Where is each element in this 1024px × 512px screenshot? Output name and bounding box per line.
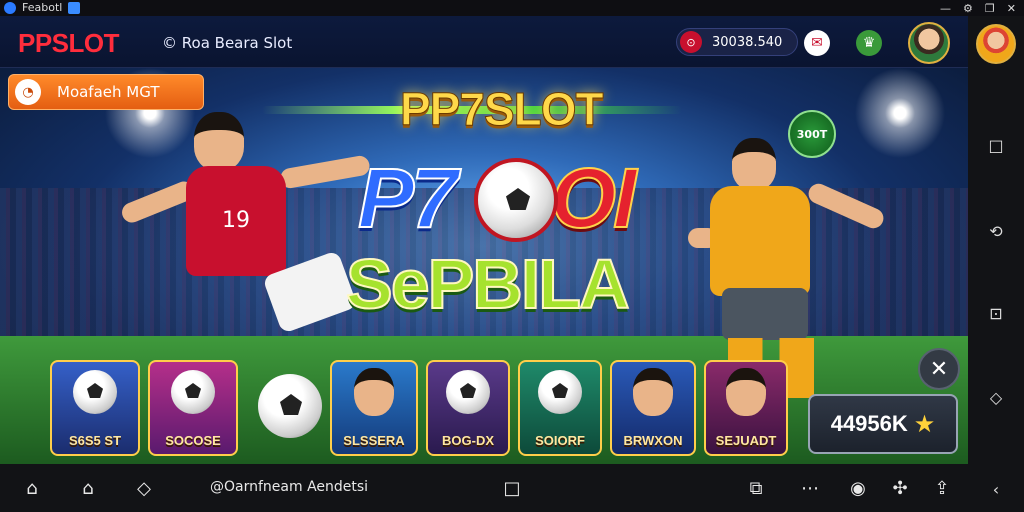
player-number: 19 — [186, 166, 286, 276]
brand-logo[interactable]: PPSLOT — [18, 28, 120, 59]
card-label: BOG-DX — [442, 433, 494, 448]
game-banner: ◔ Moafaeh MGT 19 PP7SLOT P7 OI SePBILA 30… — [0, 68, 968, 464]
close-window-icon[interactable]: ✕ — [1007, 2, 1016, 15]
app-header: PPSLOT © Roa Beara Slot ⊙ 30038.540 ✉ ♛ — [0, 16, 968, 68]
gamepad-icon[interactable]: ◇ — [132, 476, 156, 500]
player-red-illustration: 19 — [119, 112, 372, 392]
card-label: SLSSERA — [343, 433, 405, 448]
right-sidebar: □ ⟲ ⊡ ◇ ‹ — [968, 16, 1024, 512]
game-card[interactable]: SOCOSE — [148, 360, 238, 456]
balance-display[interactable]: ⊙ 30038.540 — [676, 28, 798, 56]
soccer-ball-icon — [446, 370, 490, 414]
coin-icon: ⊙ — [680, 31, 702, 53]
card-label: BRWXON — [623, 433, 683, 448]
title-mid-right: OI — [550, 150, 638, 246]
card-label: S6S5 ST — [68, 433, 122, 448]
gamepad-alt-icon[interactable]: ✣ — [888, 476, 912, 500]
bottom-nav-text: @Oarnfneam Aendetsi — [210, 479, 369, 495]
os-title-bar: Feabotl — ⚙ ❐ ✕ — [0, 0, 1024, 16]
card-label: SOIORF — [535, 433, 585, 448]
screenshot-frame-icon[interactable]: ⊡ — [986, 304, 1006, 324]
back-arrow-icon[interactable]: ‹ — [986, 480, 1006, 500]
jackpot-counter[interactable]: 44956K ★ — [808, 394, 958, 454]
player-portrait-icon — [726, 368, 766, 416]
close-icon[interactable]: ✕ — [918, 348, 960, 390]
app-name: Feabotl — [22, 1, 63, 14]
more-icon[interactable]: ⋯ — [798, 476, 822, 500]
game-card[interactable]: SLSSERA — [330, 360, 418, 456]
game-title-bottom: SePBILA — [345, 244, 631, 324]
game-title-top: PP7SLOT — [400, 83, 605, 136]
soccer-ball-icon — [474, 158, 558, 242]
settings-icon[interactable]: ⚙ — [963, 2, 973, 15]
promo-label: Moafaeh MGT — [57, 83, 160, 101]
rotate-icon[interactable]: ⟲ — [986, 222, 1006, 242]
trophy-icon[interactable]: ♛ — [856, 30, 882, 56]
user-avatar[interactable] — [908, 22, 950, 64]
player-portrait-icon — [354, 368, 394, 416]
card-label: SOCOSE — [165, 433, 221, 448]
soccer-ball-icon — [538, 370, 582, 414]
game-card[interactable]: BOG-DX — [426, 360, 510, 456]
chat-icon[interactable]: ✉ — [804, 30, 830, 56]
window-square-icon[interactable]: □ — [986, 136, 1006, 156]
soccer-ball-icon — [171, 370, 215, 414]
location-icon[interactable]: ◉ — [846, 476, 870, 500]
promo-icon: ◔ — [15, 79, 41, 105]
header-subtitle: © Roa Beara Slot — [162, 34, 293, 52]
green-badge[interactable]: 300T — [788, 110, 836, 158]
sidebar-avatar[interactable] — [976, 24, 1016, 64]
star-icon: ★ — [913, 410, 936, 438]
app-badge-icon — [68, 1, 81, 14]
minimize-icon[interactable]: — — [940, 2, 951, 15]
promo-button[interactable]: ◔ Moafaeh MGT — [8, 74, 204, 110]
player-portrait-icon — [633, 368, 673, 416]
house-outline-icon[interactable]: ⌂ — [76, 476, 100, 500]
square-icon[interactable]: □ — [500, 476, 524, 500]
app-logo-icon — [4, 1, 16, 14]
jackpot-value: 44956K — [830, 411, 908, 436]
home-icon[interactable]: ⌂ — [20, 476, 44, 500]
soccer-ball-icon — [258, 374, 322, 438]
share-icon[interactable]: ⇪ — [930, 476, 954, 500]
title-mid-left: P7 — [357, 150, 459, 246]
logo-text: PPSLOT — [18, 28, 120, 58]
screenshot-icon[interactable]: ⧉ — [744, 476, 768, 500]
card-label: SEJUADT — [715, 433, 777, 448]
bottom-nav-bar: ⌂ ⌂ ◇ @Oarnfneam Aendetsi □ ⧉ ⋯ ◉ ✣ ⇪ — [0, 464, 968, 512]
game-card[interactable]: SEJUADT — [704, 360, 788, 456]
player-yellow-illustration — [688, 138, 898, 398]
restore-icon[interactable]: ❐ — [985, 2, 995, 15]
soccer-ball-icon — [73, 370, 117, 414]
game-card[interactable]: BRWXON — [610, 360, 696, 456]
balance-value: 30038.540 — [712, 34, 783, 50]
diamond-icon[interactable]: ◇ — [986, 388, 1006, 408]
game-card[interactable]: S6S5 ST — [50, 360, 140, 456]
game-card[interactable]: SOIORF — [518, 360, 602, 456]
